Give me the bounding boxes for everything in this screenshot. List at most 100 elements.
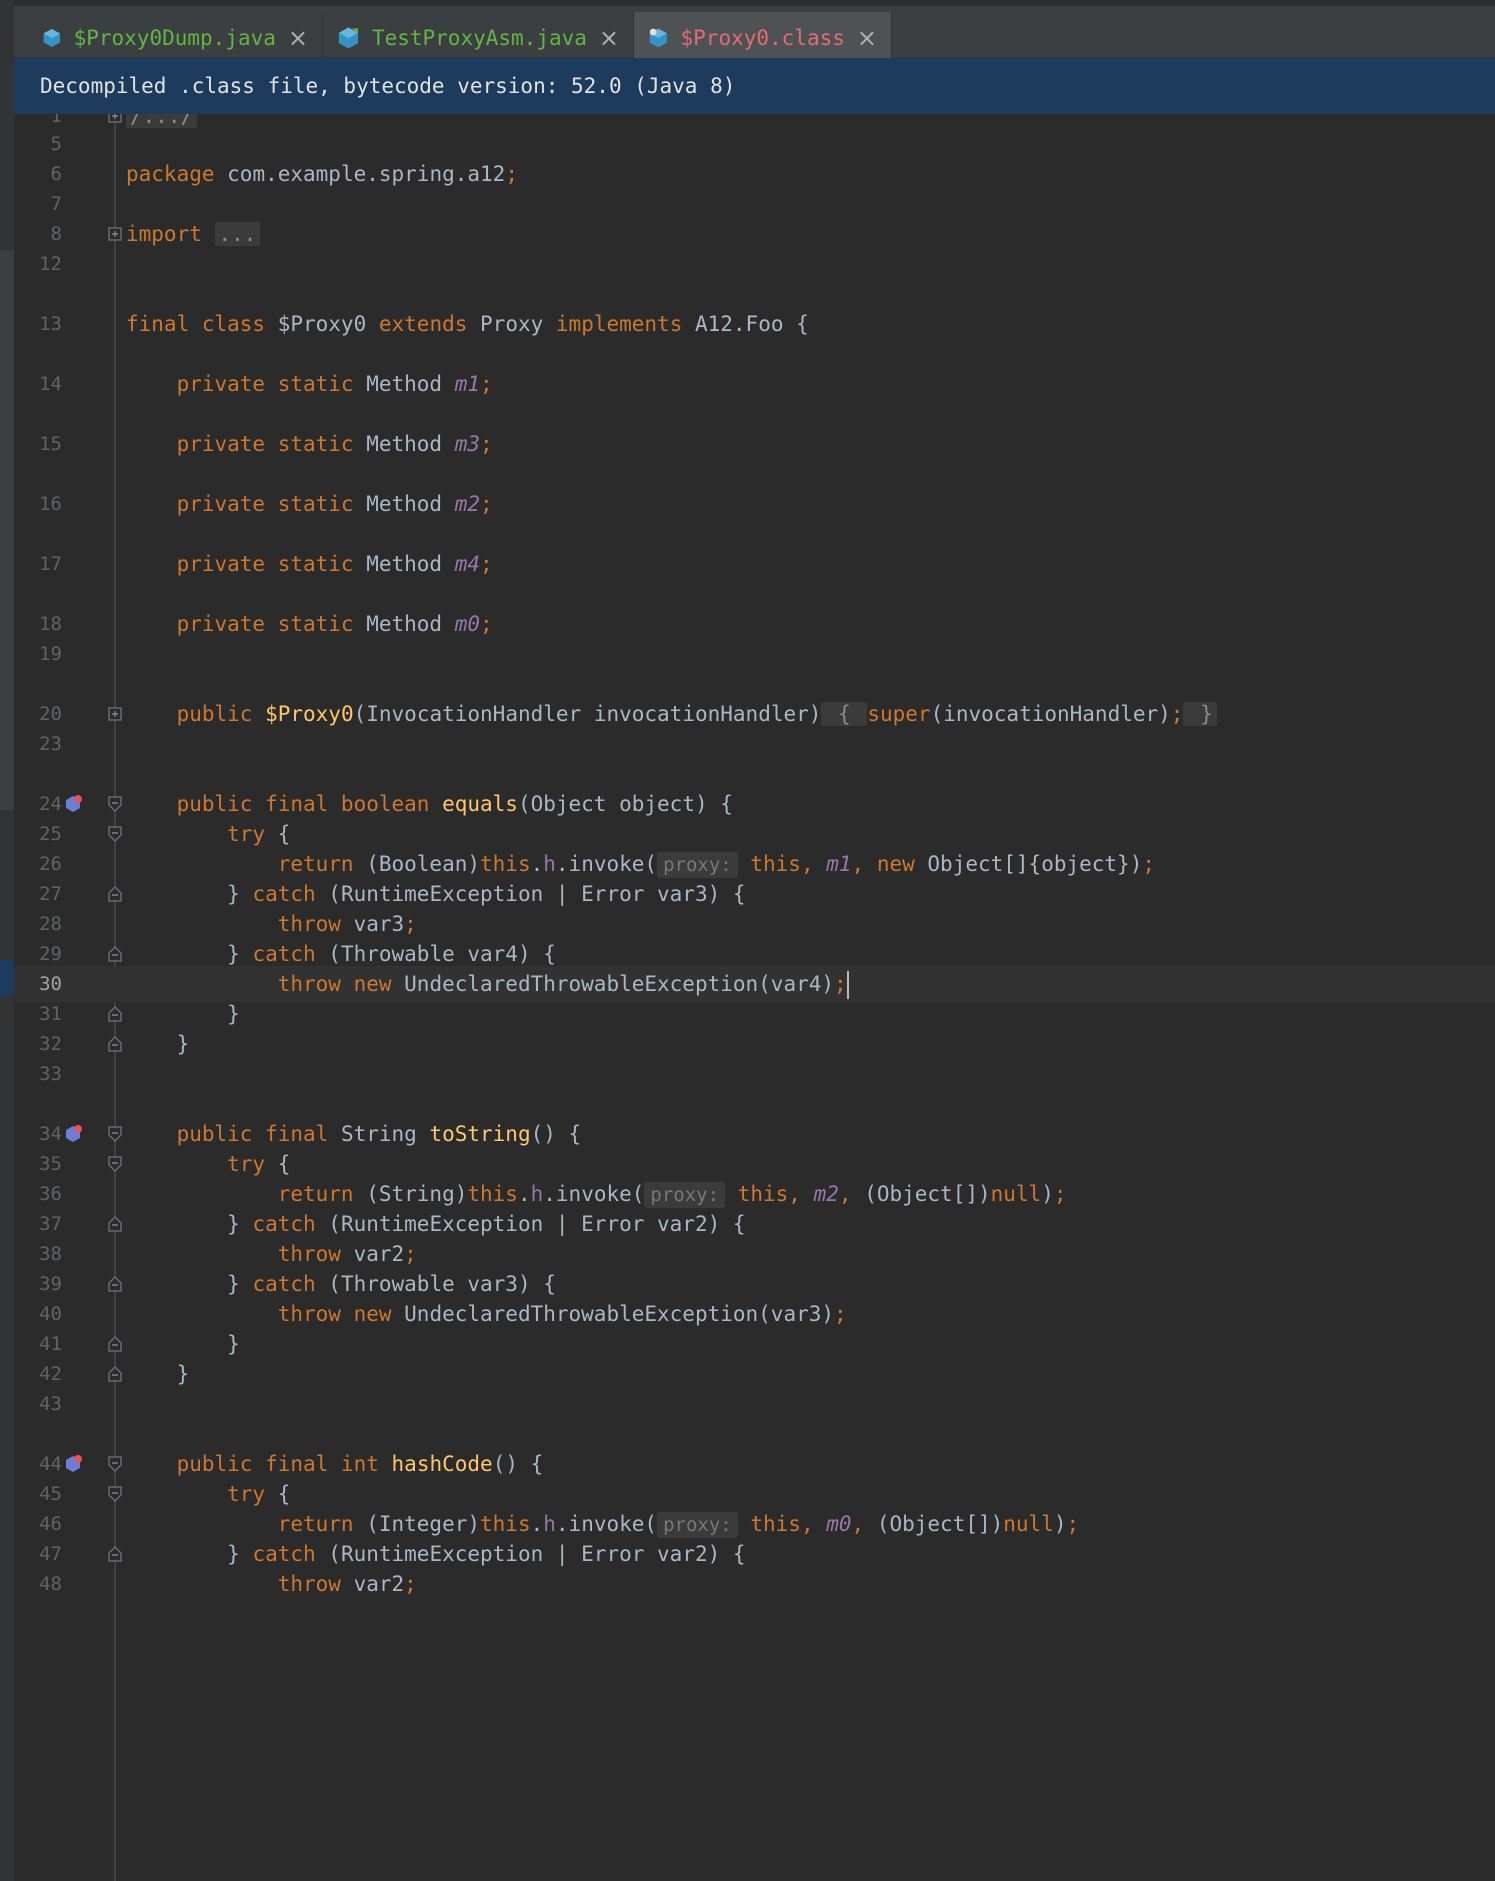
code-text[interactable]: final class $Proxy0 extends Proxy implem…: [126, 306, 809, 342]
line-number[interactable]: 15: [14, 426, 62, 462]
fold-collapse-icon[interactable]: [108, 1036, 122, 1052]
code-token: h: [530, 1182, 544, 1206]
fold-collapse-icon[interactable]: [108, 1156, 122, 1172]
line-number[interactable]: 16: [14, 486, 62, 522]
compiled-class-icon: [649, 28, 667, 48]
code-token: super: [867, 702, 931, 726]
fold-collapse-icon[interactable]: [108, 796, 122, 812]
implements-method-icon[interactable]: [62, 1123, 84, 1145]
code-token: (Object[]): [864, 1182, 991, 1206]
folded-region[interactable]: {: [821, 702, 868, 726]
code-token: ;: [1142, 852, 1155, 876]
close-tab-icon[interactable]: ×: [599, 26, 619, 50]
code-text[interactable]: private static Method m1;: [126, 366, 493, 402]
code-line[interactable]: 14 private static Method m1;: [14, 366, 1495, 402]
line-number[interactable]: 13: [14, 306, 62, 342]
code-token: ;: [404, 1572, 417, 1596]
code-token: (Object object) {: [517, 792, 733, 816]
fold-expand-icon[interactable]: [108, 706, 122, 722]
code-token: .invoke(: [555, 1512, 658, 1536]
code-token: private static: [126, 612, 354, 636]
code-line[interactable]: 33: [14, 1056, 1495, 1092]
code-token: hashCode: [391, 1452, 493, 1476]
fold-collapse-icon[interactable]: [108, 1006, 122, 1022]
code-token: Method: [353, 552, 455, 576]
code-token: public final boolean: [126, 792, 430, 816]
code-line[interactable]: 13 final class $Proxy0 extends Proxy impl…: [14, 306, 1495, 342]
code-token: }: [126, 1212, 253, 1236]
code-line[interactable]: 16 private static Method m2;: [14, 486, 1495, 522]
code-token: throw: [126, 912, 341, 936]
fold-collapse-icon[interactable]: [108, 1366, 122, 1382]
tab-proxy0dump-java[interactable]: $Proxy0Dump.java ×: [28, 12, 323, 64]
implements-method-icon[interactable]: [62, 793, 84, 815]
code-token: Method: [353, 372, 455, 396]
close-tab-icon[interactable]: ×: [857, 26, 877, 50]
fold-collapse-icon[interactable]: [108, 1546, 122, 1562]
folded-region[interactable]: ...: [214, 222, 261, 246]
fold-collapse-icon[interactable]: [108, 826, 122, 842]
left-tool-strip: [0, 0, 15, 1881]
code-line[interactable]: 48 throw var2;: [14, 1566, 1495, 1602]
code-text[interactable]: private static Method m4;: [126, 546, 493, 582]
code-token: Object[]{object}): [914, 852, 1143, 876]
line-number[interactable]: 17: [14, 546, 62, 582]
code-token: {: [265, 1482, 291, 1506]
code-token: ;: [505, 162, 518, 186]
fold-collapse-icon[interactable]: [108, 1126, 122, 1142]
line-number[interactable]: 33: [14, 1056, 62, 1092]
code-token: ,: [800, 1512, 827, 1536]
code-token: final class: [126, 312, 266, 336]
code-text[interactable]: private static Method m2;: [126, 486, 493, 522]
tab-label: TestProxyAsm.java: [371, 26, 587, 50]
code-line[interactable]: 17 private static Method m4;: [14, 546, 1495, 582]
code-token: catch: [252, 882, 316, 906]
line-number[interactable]: 14: [14, 366, 62, 402]
code-token: ,: [851, 1512, 877, 1536]
fold-expand-icon[interactable]: [108, 114, 122, 124]
folded-region[interactable]: }: [1183, 702, 1217, 726]
code-line[interactable]: 23: [14, 726, 1495, 762]
line-number[interactable]: 43: [14, 1386, 62, 1422]
code-editor[interactable]: 1/.../5 6 package com.example.spring.a12; 7…: [14, 114, 1495, 1881]
code-line[interactable]: 19: [14, 636, 1495, 672]
code-token: private static: [126, 372, 354, 396]
fold-collapse-icon[interactable]: [108, 1276, 122, 1292]
line-number[interactable]: 48: [14, 1566, 62, 1602]
code-line[interactable]: 43: [14, 1386, 1495, 1422]
line-number[interactable]: 19: [14, 636, 62, 672]
tab-label: $Proxy0Dump.java: [73, 26, 276, 50]
fold-collapse-icon[interactable]: [108, 1336, 122, 1352]
code-token: public final: [126, 1122, 329, 1146]
code-token: }: [126, 1032, 190, 1056]
code-token: m1: [826, 852, 852, 876]
code-token: this: [750, 1512, 801, 1536]
tab-testproxyasm-java[interactable]: TestProxyAsm.java ×: [323, 12, 634, 64]
code-line[interactable]: 15 private static Method m3;: [14, 426, 1495, 462]
tab-proxy0-class[interactable]: $Proxy0.class ×: [634, 12, 892, 64]
code-token: (invocationHandler): [930, 702, 1171, 726]
editor-tab-bar: $Proxy0Dump.java × TestProxyAsm.java × $…: [14, 0, 1495, 64]
code-text[interactable]: private static Method m3;: [126, 426, 493, 462]
fold-collapse-icon[interactable]: [108, 1216, 122, 1232]
implements-method-icon[interactable]: [62, 1453, 84, 1475]
fold-expand-icon[interactable]: [108, 226, 122, 242]
code-token: Proxy: [467, 312, 556, 336]
fold-collapse-icon[interactable]: [108, 1456, 122, 1472]
code-line[interactable]: 12: [14, 246, 1495, 282]
code-text[interactable]: throw var2;: [126, 1566, 417, 1602]
code-token: (Throwable var3) {: [315, 1272, 556, 1296]
code-token: (InvocationHandler invocationHandler): [353, 702, 822, 726]
close-tab-icon[interactable]: ×: [288, 26, 308, 50]
line-number[interactable]: 12: [14, 246, 62, 282]
code-token: (RuntimeException | Error var3) {: [315, 882, 746, 906]
fold-collapse-icon[interactable]: [108, 1486, 122, 1502]
line-number[interactable]: 23: [14, 726, 62, 762]
code-token: throw: [126, 1572, 341, 1596]
fold-collapse-icon[interactable]: [108, 886, 122, 902]
fold-collapse-icon[interactable]: [108, 946, 122, 962]
